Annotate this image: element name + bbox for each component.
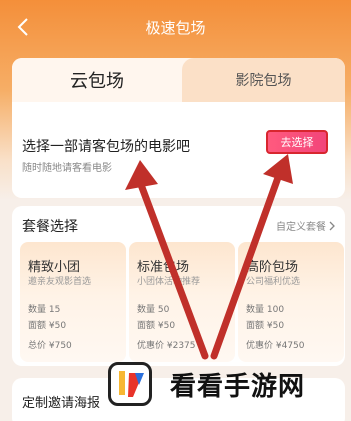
package-count: 数量 100 (246, 305, 285, 315)
movie-select-area: 选择一部请客包场的电影吧 随时随地请客看电影 去选择 (12, 102, 345, 198)
select-title: 选择一部请客包场的电影吧 (22, 139, 190, 155)
package-name: 高阶包场 (246, 260, 299, 275)
booking-type-card: 云包场 影院包场 选择一部请客包场的电影吧 随时随地请客看电影 去选择 (12, 58, 345, 198)
package-desc: 邀亲友观影首选 (28, 277, 92, 287)
package-card-standard[interactable]: 标准包场 小团体活动推荐 数量 50 面额 ¥50 优惠价 ¥2375 (129, 242, 235, 362)
watermark: 看看手游网 (108, 356, 346, 412)
package-face-value: 面额 ¥50 (246, 321, 285, 331)
page-title: 极速包场 (145, 19, 206, 37)
watermark-logo (108, 362, 152, 406)
package-face-value: 面额 ¥50 (137, 321, 176, 331)
package-total: 总价 ¥750 (28, 341, 72, 351)
package-name: 精致小团 (28, 260, 81, 275)
custom-package-link[interactable]: 自定义套餐 (276, 218, 335, 233)
package-count: 数量 15 (28, 305, 61, 315)
package-desc: 小团体活动推荐 (137, 277, 201, 287)
package-card-small[interactable]: 精致小团 邀亲友观影首选 数量 15 面额 ¥50 总价 ¥750 (20, 242, 126, 362)
logo-mark-icon (119, 371, 144, 397)
tab-cinema-booking[interactable]: 影院包场 (182, 58, 345, 102)
package-section: 套餐选择 自定义套餐 精致小团 邀亲友观影首选 数量 15 面额 ¥50 总价 … (12, 206, 345, 366)
package-total: 优惠价 ¥4750 (246, 341, 305, 351)
tab-cloud-booking[interactable]: 云包场 (12, 58, 182, 102)
choose-movie-button[interactable]: 去选择 (266, 130, 328, 154)
package-card-premium[interactable]: 高阶包场 公司福利优选 数量 100 面额 ¥50 优惠价 ¥4750 (238, 242, 344, 362)
package-face-value: 面额 ¥50 (28, 321, 67, 331)
package-total: 优惠价 ¥2375 (137, 341, 196, 351)
chevron-right-icon (329, 221, 335, 230)
custom-package-label: 自定义套餐 (276, 222, 326, 233)
top-bar: 极速包场 (0, 0, 351, 56)
package-desc: 公司福利优选 (246, 277, 301, 287)
watermark-text: 看看手游网 (170, 372, 306, 402)
select-subtitle: 随时随地请客看电影 (22, 163, 112, 174)
package-section-title: 套餐选择 (22, 219, 78, 235)
invite-poster-title: 定制邀请海报 (22, 396, 101, 411)
package-count: 数量 50 (137, 305, 170, 315)
package-name: 标准包场 (137, 260, 190, 275)
